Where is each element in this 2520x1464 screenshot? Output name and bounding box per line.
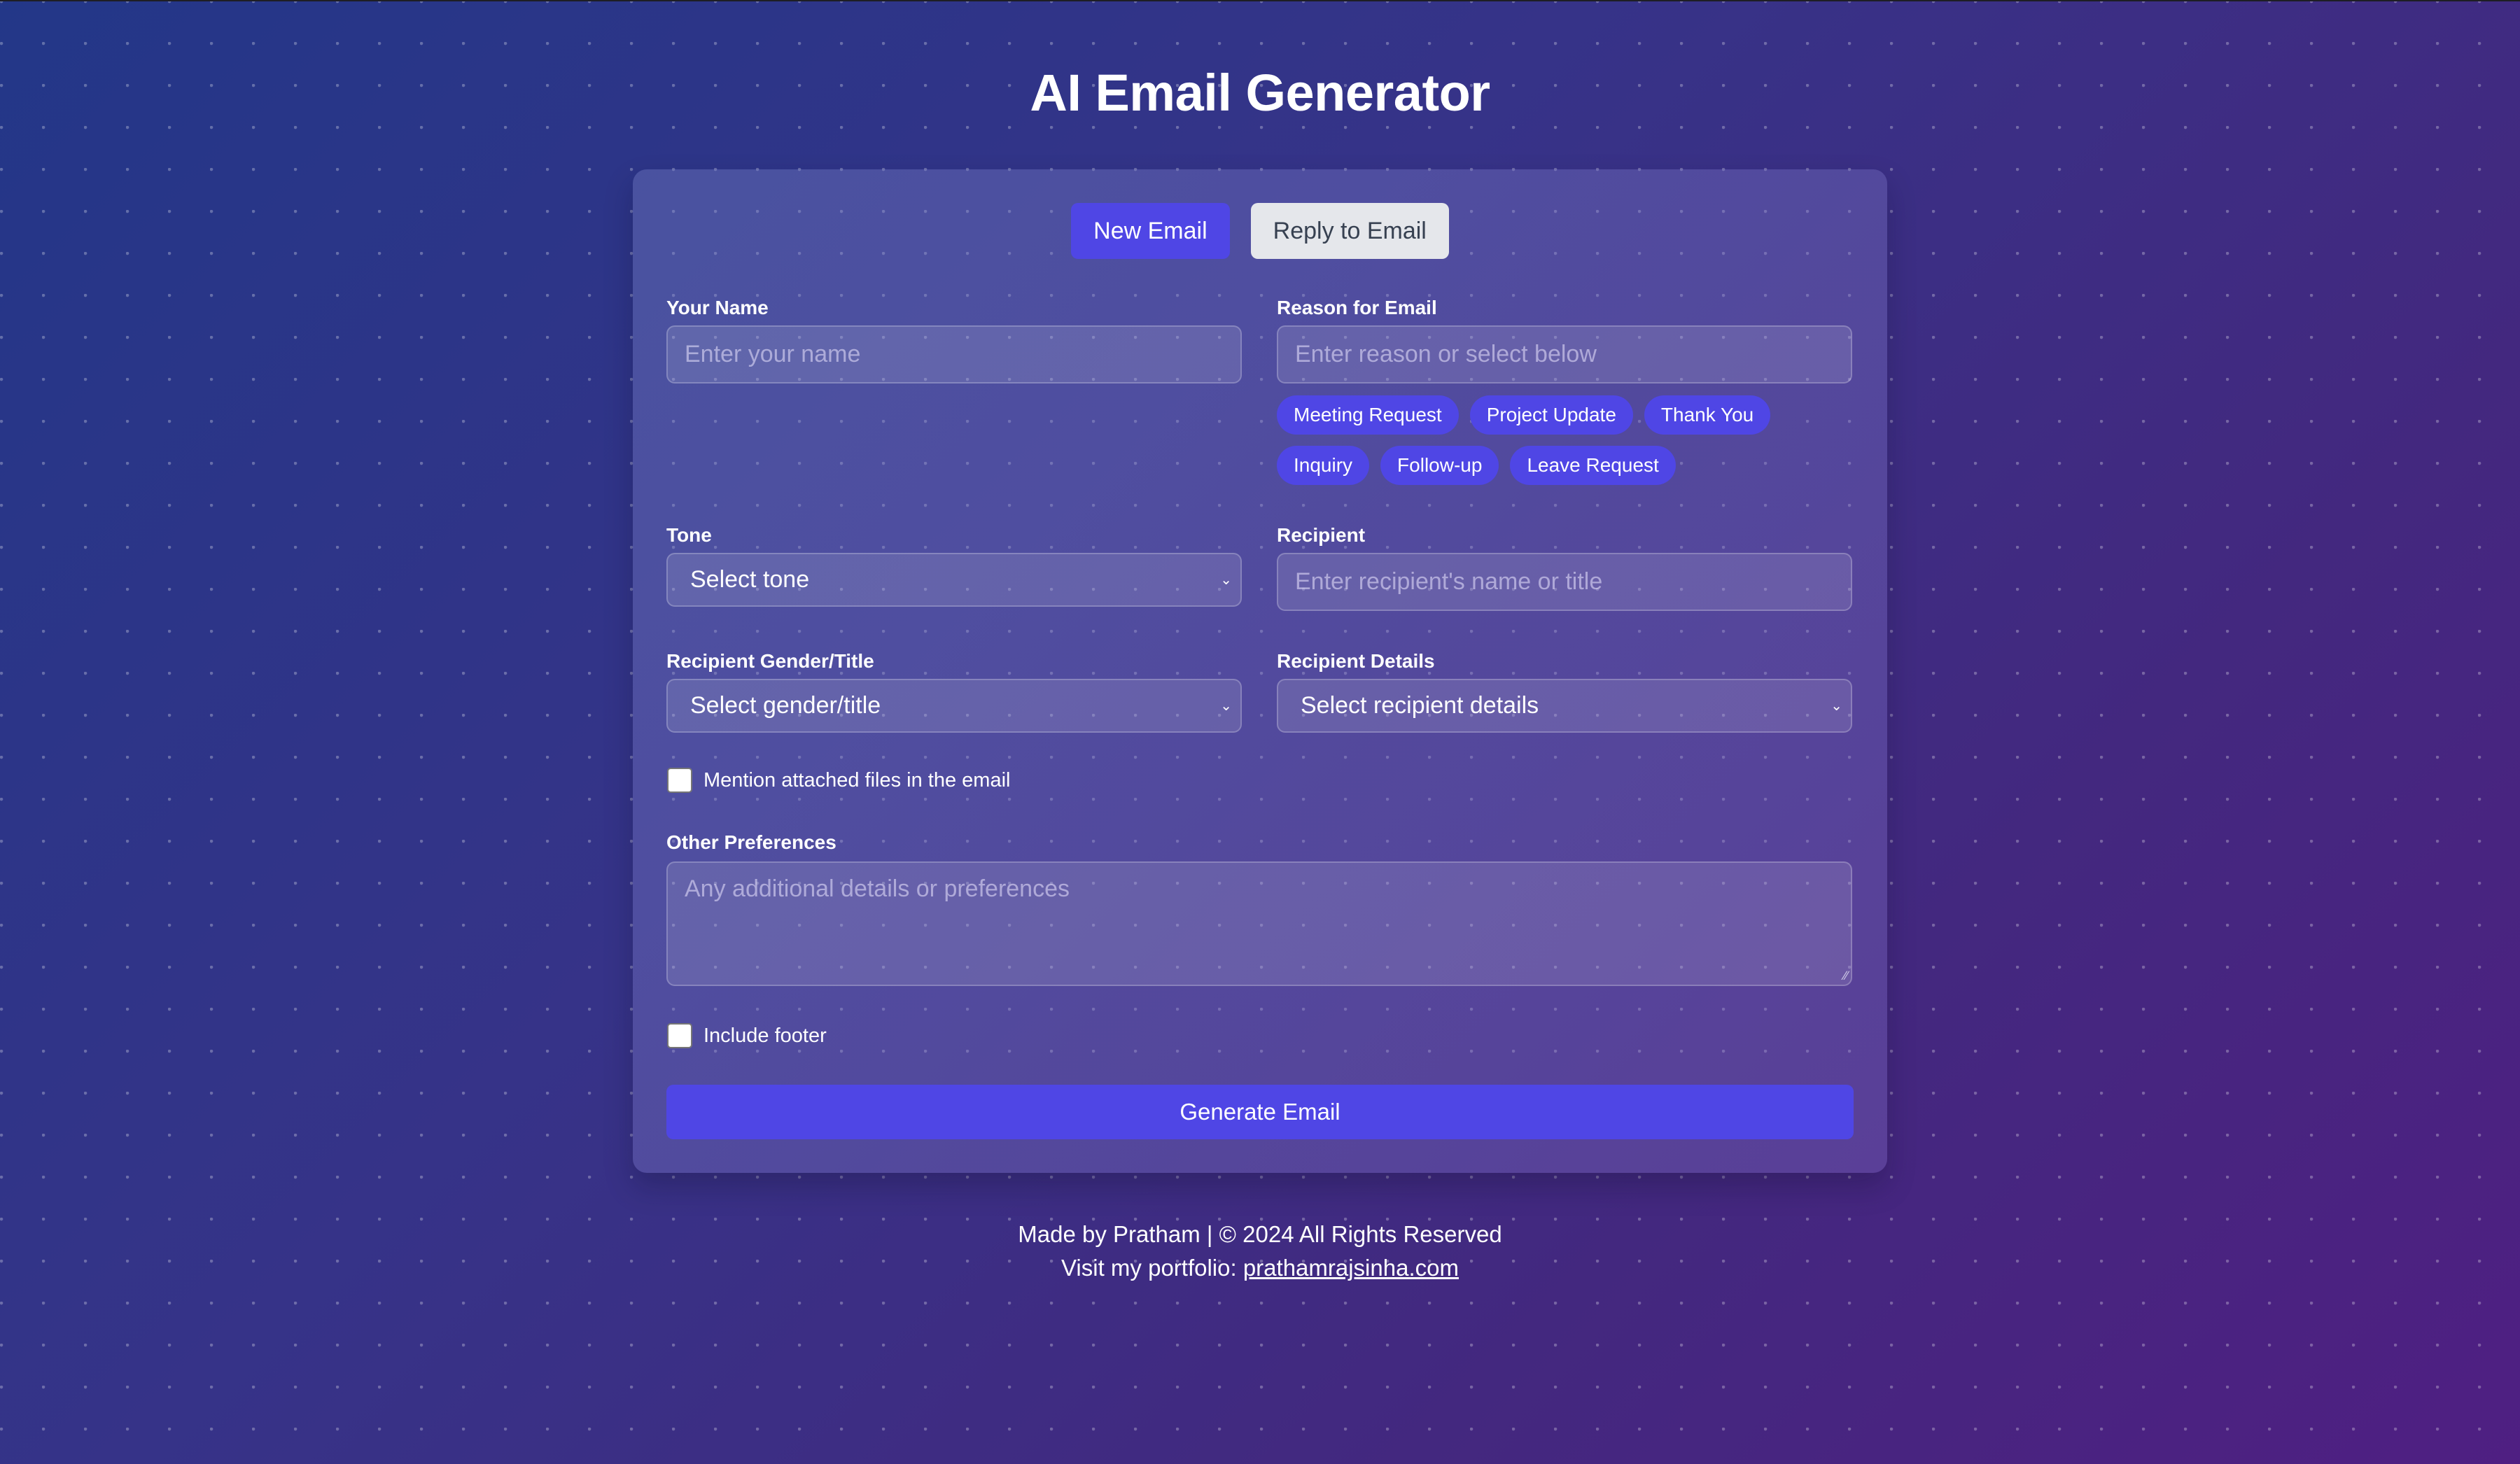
reason-chip-follow-up[interactable]: Follow-up bbox=[1380, 446, 1499, 485]
reason-chip-thank-you[interactable]: Thank You bbox=[1644, 395, 1771, 435]
reason-input[interactable]: Enter reason or select below bbox=[1277, 325, 1852, 383]
recipient-gender-field: Recipient Gender/Title Select gender/tit… bbox=[666, 649, 1242, 733]
mention-attachments-checkbox[interactable] bbox=[667, 768, 692, 793]
generate-email-button[interactable]: Generate Email bbox=[666, 1085, 1854, 1139]
recipient-placeholder: Enter recipient's name or title bbox=[1295, 568, 1603, 595]
mention-attachments-row: Mention attached files in the email bbox=[667, 768, 1010, 793]
include-footer-label[interactable]: Include footer bbox=[704, 1025, 827, 1048]
recipient-details-selected-value: Select recipient details bbox=[1301, 692, 1539, 719]
email-form-card: New Email Reply to Email Your Name Enter… bbox=[633, 169, 1887, 1173]
other-preferences-label: Other Preferences bbox=[666, 831, 836, 853]
window-top-border bbox=[0, 0, 2520, 1]
mention-attachments-label[interactable]: Mention attached files in the email bbox=[704, 769, 1010, 792]
recipient-gender-select[interactable]: Select gender/title ⌄ bbox=[666, 679, 1242, 733]
portfolio-link[interactable]: prathamrajsinha.com bbox=[1243, 1255, 1459, 1281]
reason-label: Reason for Email bbox=[1277, 297, 1437, 318]
your-name-placeholder: Enter your name bbox=[685, 341, 861, 367]
chevron-down-icon: ⌄ bbox=[1220, 698, 1232, 714]
include-footer-row: Include footer bbox=[667, 1023, 827, 1048]
your-name-field: Your Name Enter your name bbox=[666, 295, 1242, 383]
your-name-label: Your Name bbox=[666, 297, 769, 318]
footer-credit: Made by Pratham | © 2024 All Rights Rese… bbox=[1018, 1221, 1502, 1247]
reason-placeholder: Enter reason or select below bbox=[1295, 341, 1597, 367]
other-preferences-textarea[interactable]: Any additional details or preferences ∕∕ bbox=[666, 861, 1852, 986]
footer-portfolio-prefix: Visit my portfolio: bbox=[1061, 1255, 1243, 1281]
recipient-label: Recipient bbox=[1277, 524, 1366, 546]
chevron-down-icon: ⌄ bbox=[1830, 698, 1842, 714]
other-preferences-placeholder: Any additional details or preferences bbox=[685, 875, 1070, 902]
recipient-details-select[interactable]: Select recipient details ⌄ bbox=[1277, 679, 1852, 733]
new-email-tab[interactable]: New Email bbox=[1071, 203, 1230, 259]
recipient-input[interactable]: Enter recipient's name or title bbox=[1277, 553, 1852, 611]
other-preferences-field: Other Preferences Any additional details… bbox=[666, 830, 1852, 986]
page-title: AI Email Generator bbox=[1030, 64, 1490, 122]
mode-toggle: New Email Reply to Email bbox=[633, 203, 1887, 259]
reason-field: Reason for Email Enter reason or select … bbox=[1277, 295, 1852, 485]
reason-chip-inquiry[interactable]: Inquiry bbox=[1277, 446, 1370, 485]
recipient-gender-label: Recipient Gender/Title bbox=[666, 650, 874, 672]
reason-chip-list: Meeting Request Project Update Thank You… bbox=[1277, 395, 1852, 485]
your-name-input[interactable]: Enter your name bbox=[666, 325, 1242, 383]
footer-portfolio-line: Visit my portfolio: prathamrajsinha.com bbox=[0, 1251, 2520, 1285]
chevron-down-icon: ⌄ bbox=[1220, 572, 1232, 588]
page-footer: Made by Pratham | © 2024 All Rights Rese… bbox=[0, 1218, 2520, 1285]
recipient-gender-selected-value: Select gender/title bbox=[690, 692, 881, 719]
tone-field: Tone Select tone ⌄ bbox=[666, 523, 1242, 607]
reason-chip-project-update[interactable]: Project Update bbox=[1469, 395, 1633, 435]
recipient-details-field: Recipient Details Select recipient detai… bbox=[1277, 649, 1852, 733]
reply-email-tab[interactable]: Reply to Email bbox=[1250, 203, 1449, 259]
tone-label: Tone bbox=[666, 524, 712, 546]
reason-chip-leave-request[interactable]: Leave Request bbox=[1510, 446, 1676, 485]
recipient-details-label: Recipient Details bbox=[1277, 650, 1435, 672]
tone-select[interactable]: Select tone ⌄ bbox=[666, 553, 1242, 607]
include-footer-checkbox[interactable] bbox=[667, 1023, 692, 1048]
resize-handle-icon[interactable]: ∕∕ bbox=[1844, 969, 1848, 982]
reason-chip-meeting-request[interactable]: Meeting Request bbox=[1277, 395, 1459, 435]
tone-selected-value: Select tone bbox=[690, 566, 810, 593]
recipient-field: Recipient Enter recipient's name or titl… bbox=[1277, 523, 1852, 611]
